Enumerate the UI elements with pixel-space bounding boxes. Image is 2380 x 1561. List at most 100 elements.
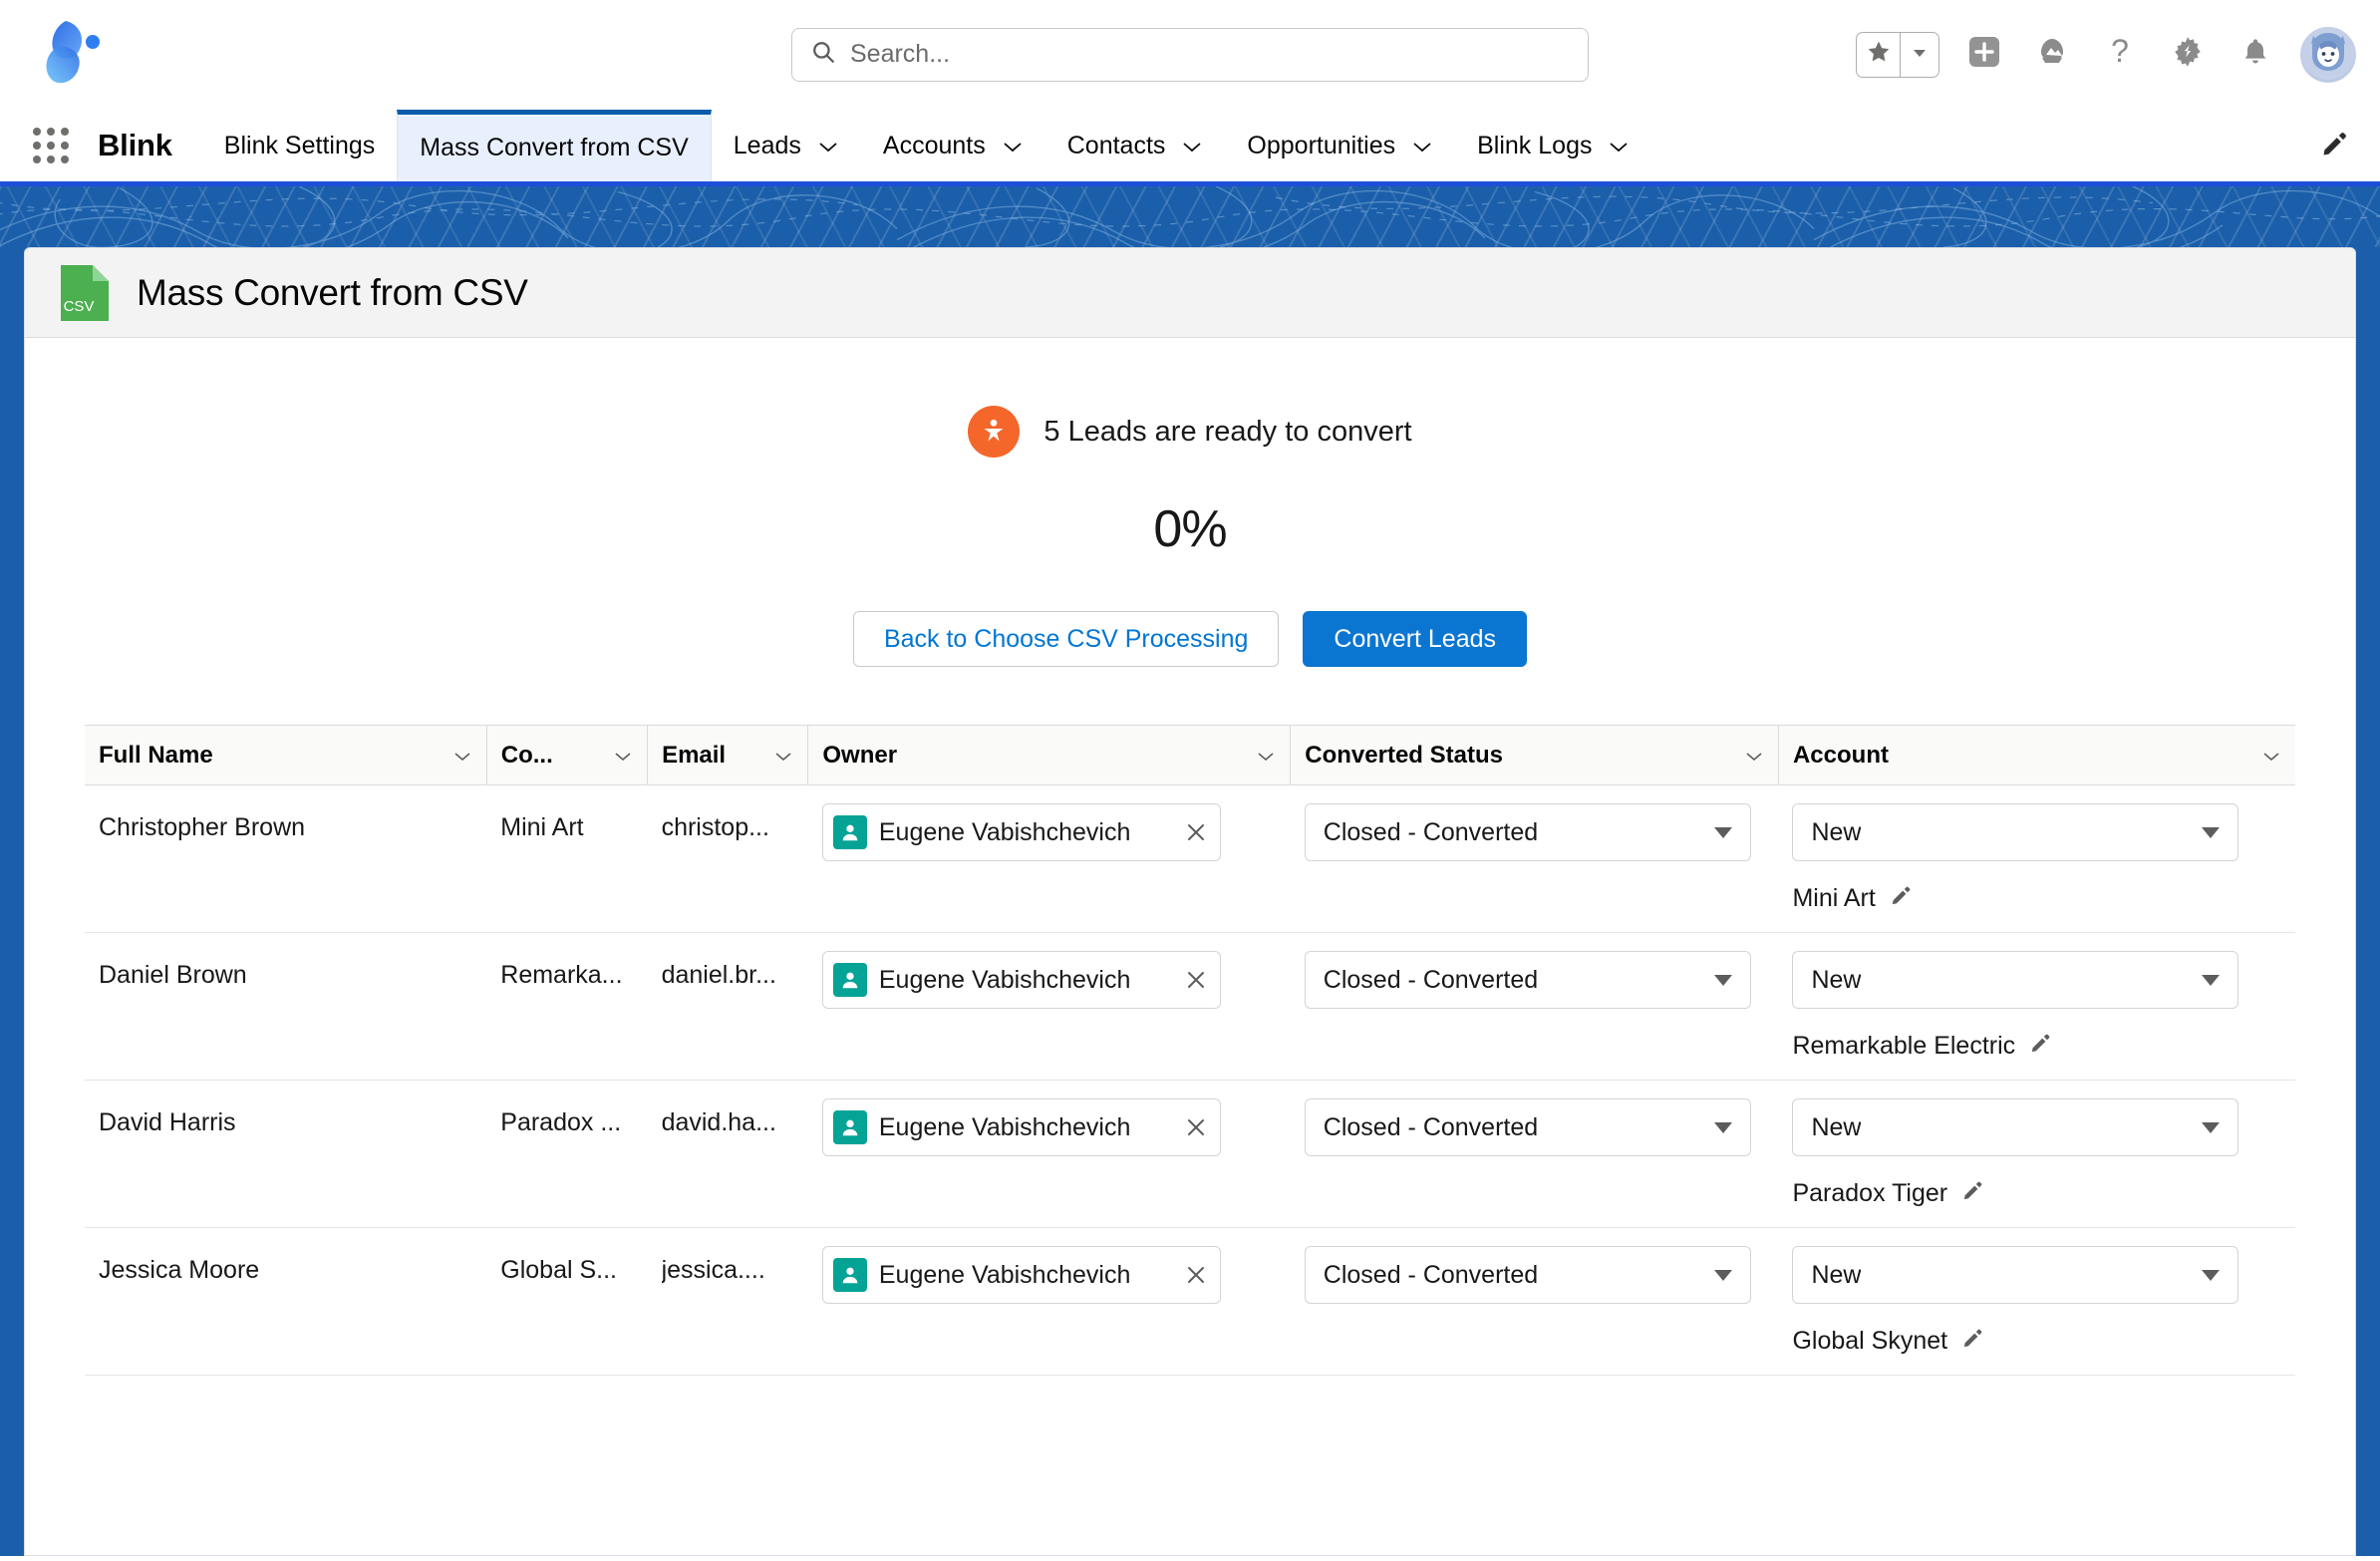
owner-lookup-field[interactable]: Eugene Vabishchevich — [821, 1098, 1221, 1156]
column-header-company[interactable]: Co... — [486, 725, 649, 785]
table-row: Jessica Moore Global S... jessica.... Eu… — [85, 1227, 2295, 1376]
converted-status-select[interactable]: Closed - Converted — [1304, 1098, 1751, 1156]
cell-owner: Eugene Vabishchevich — [807, 1227, 1291, 1376]
nav-item-contacts[interactable]: Contacts — [1045, 110, 1226, 181]
converted-status-select[interactable]: Closed - Converted — [1304, 951, 1751, 1009]
remove-owner-button[interactable] — [1184, 1115, 1210, 1139]
setup-button[interactable] — [2165, 32, 2211, 78]
owner-name: Eugene Vabishchevich — [878, 1260, 1131, 1289]
table-body: Christopher Brown Mini Art christop... E… — [85, 784, 2295, 1376]
chevron-down-icon[interactable] — [1744, 742, 1764, 770]
search-input[interactable] — [850, 40, 1570, 69]
notifications-button[interactable] — [2232, 32, 2278, 78]
remove-owner-button[interactable] — [1184, 820, 1210, 844]
nav-item-leads[interactable]: Leads — [712, 110, 861, 181]
account-action-value: New — [1811, 1260, 1862, 1289]
edit-navigation-button[interactable] — [2320, 110, 2356, 181]
table-row: Christopher Brown Mini Art christop... E… — [85, 784, 2295, 933]
owner-name: Eugene Vabishchevich — [878, 817, 1131, 846]
chevron-down-icon — [1181, 132, 1203, 160]
nav-item-label: Blink Logs — [1477, 131, 1593, 159]
cell-converted-status: Closed - Converted — [1290, 784, 1779, 933]
global-actions-button[interactable] — [1961, 32, 2007, 78]
nav-item-opportunities[interactable]: Opportunities — [1225, 110, 1455, 181]
favorites-dropdown[interactable] — [1901, 33, 1938, 77]
favorites-group[interactable] — [1856, 31, 1939, 78]
full-name-value: Christopher Brown — [99, 813, 306, 841]
converted-status-select[interactable]: Closed - Converted — [1304, 1246, 1751, 1304]
edit-account-name-button[interactable] — [2029, 1031, 2053, 1062]
nav-item-label: Blink Settings — [223, 131, 376, 159]
account-name-row: Global Skynet — [1792, 1326, 2281, 1357]
global-header: ? — [0, 0, 2380, 110]
column-label: Converted Status — [1305, 741, 1503, 769]
column-header-owner[interactable]: Owner — [807, 725, 1292, 785]
search-box[interactable] — [791, 27, 1589, 82]
chevron-down-icon — [1002, 132, 1024, 160]
back-to-choose-csv-processing-button[interactable]: Back to Choose CSV Processing — [852, 611, 1280, 667]
owner-pill[interactable]: Eugene Vabishchevich — [832, 815, 1210, 849]
chevron-down-icon[interactable] — [613, 742, 633, 770]
remove-owner-button[interactable] — [1184, 968, 1210, 992]
account-action-select[interactable]: New — [1792, 1246, 2239, 1304]
help-button[interactable]: ? — [2097, 32, 2143, 78]
full-name-value: David Harris — [99, 1108, 236, 1136]
nav-item-blink-settings[interactable]: Blink Settings — [202, 110, 397, 181]
column-label: Account — [1792, 741, 1889, 769]
nav-item-label: Contacts — [1066, 131, 1166, 159]
cell-company: Remarka... — [486, 932, 648, 1081]
navigation-bar: Blink Blink Settings Mass Convert from C… — [0, 110, 2380, 181]
chevron-down-icon — [817, 132, 839, 160]
chevron-down-icon — [2202, 1269, 2221, 1281]
convert-leads-button[interactable]: Convert Leads — [1303, 611, 1528, 667]
cell-full-name: Daniel Brown — [85, 932, 487, 1081]
chevron-down-icon[interactable] — [452, 742, 472, 770]
chevron-down-icon[interactable] — [2261, 742, 2281, 770]
page-title: Mass Convert from CSV — [137, 271, 528, 313]
cell-email: jessica.... — [647, 1227, 808, 1376]
account-action-select[interactable]: New — [1792, 803, 2239, 861]
app-launcher-waffle-button[interactable] — [22, 110, 80, 181]
owner-pill[interactable]: Eugene Vabishchevich — [832, 1110, 1210, 1144]
cell-company: Paradox ... — [486, 1080, 648, 1228]
global-search[interactable] — [791, 27, 1589, 82]
column-header-account[interactable]: Account — [1778, 725, 2295, 785]
remove-owner-button[interactable] — [1184, 1263, 1210, 1287]
edit-account-name-button[interactable] — [1961, 1326, 1985, 1357]
cell-email: daniel.br... — [647, 932, 808, 1081]
email-value: christop... — [661, 813, 769, 841]
account-action-select[interactable]: New — [1792, 951, 2239, 1009]
owner-lookup-field[interactable]: Eugene Vabishchevich — [821, 803, 1221, 861]
cell-email: christop... — [647, 784, 808, 933]
account-name: Remarkable Electric — [1792, 1032, 2016, 1060]
user-profile-button[interactable] — [2300, 26, 2356, 83]
chevron-down-icon — [1411, 132, 1433, 160]
owner-lookup-field[interactable]: Eugene Vabishchevich — [821, 1246, 1221, 1304]
owner-pill[interactable]: Eugene Vabishchevich — [832, 963, 1210, 997]
account-action-value: New — [1811, 965, 1862, 994]
column-header-converted-status[interactable]: Converted Status — [1290, 725, 1779, 785]
nav-item-blink-logs[interactable]: Blink Logs — [1455, 110, 1651, 181]
chevron-down-icon[interactable] — [1256, 742, 1276, 770]
app-launcher-button[interactable] — [2029, 32, 2075, 78]
chevron-down-icon[interactable] — [773, 742, 793, 770]
owner-pill[interactable]: Eugene Vabishchevich — [832, 1258, 1210, 1292]
column-header-email[interactable]: Email — [647, 725, 809, 785]
account-name: Global Skynet — [1792, 1327, 1948, 1355]
topographic-pattern — [0, 186, 2380, 247]
cell-converted-status: Closed - Converted — [1290, 1080, 1779, 1228]
converted-status-select[interactable]: Closed - Converted — [1304, 803, 1751, 861]
column-header-full-name[interactable]: Full Name — [85, 725, 487, 785]
favorites-button[interactable] — [1857, 32, 1901, 77]
nav-item-accounts[interactable]: Accounts — [861, 110, 1045, 181]
owner-lookup-field[interactable]: Eugene Vabishchevich — [821, 951, 1221, 1009]
edit-account-name-button[interactable] — [1961, 1178, 1985, 1209]
nav-item-mass-convert-from-csv[interactable]: Mass Convert from CSV — [397, 110, 712, 181]
chevron-down-icon — [1713, 826, 1732, 838]
converted-status-value: Closed - Converted — [1323, 965, 1539, 994]
page-card: CSV Mass Convert from CSV 5 Leads are re… — [24, 247, 2356, 1556]
edit-account-name-button[interactable] — [1890, 883, 1914, 914]
table-header-row: Full Name Co... Email Owner Converted St… — [85, 725, 2295, 785]
cell-account: New Paradox Tiger — [1778, 1080, 2295, 1228]
account-action-select[interactable]: New — [1792, 1098, 2239, 1156]
